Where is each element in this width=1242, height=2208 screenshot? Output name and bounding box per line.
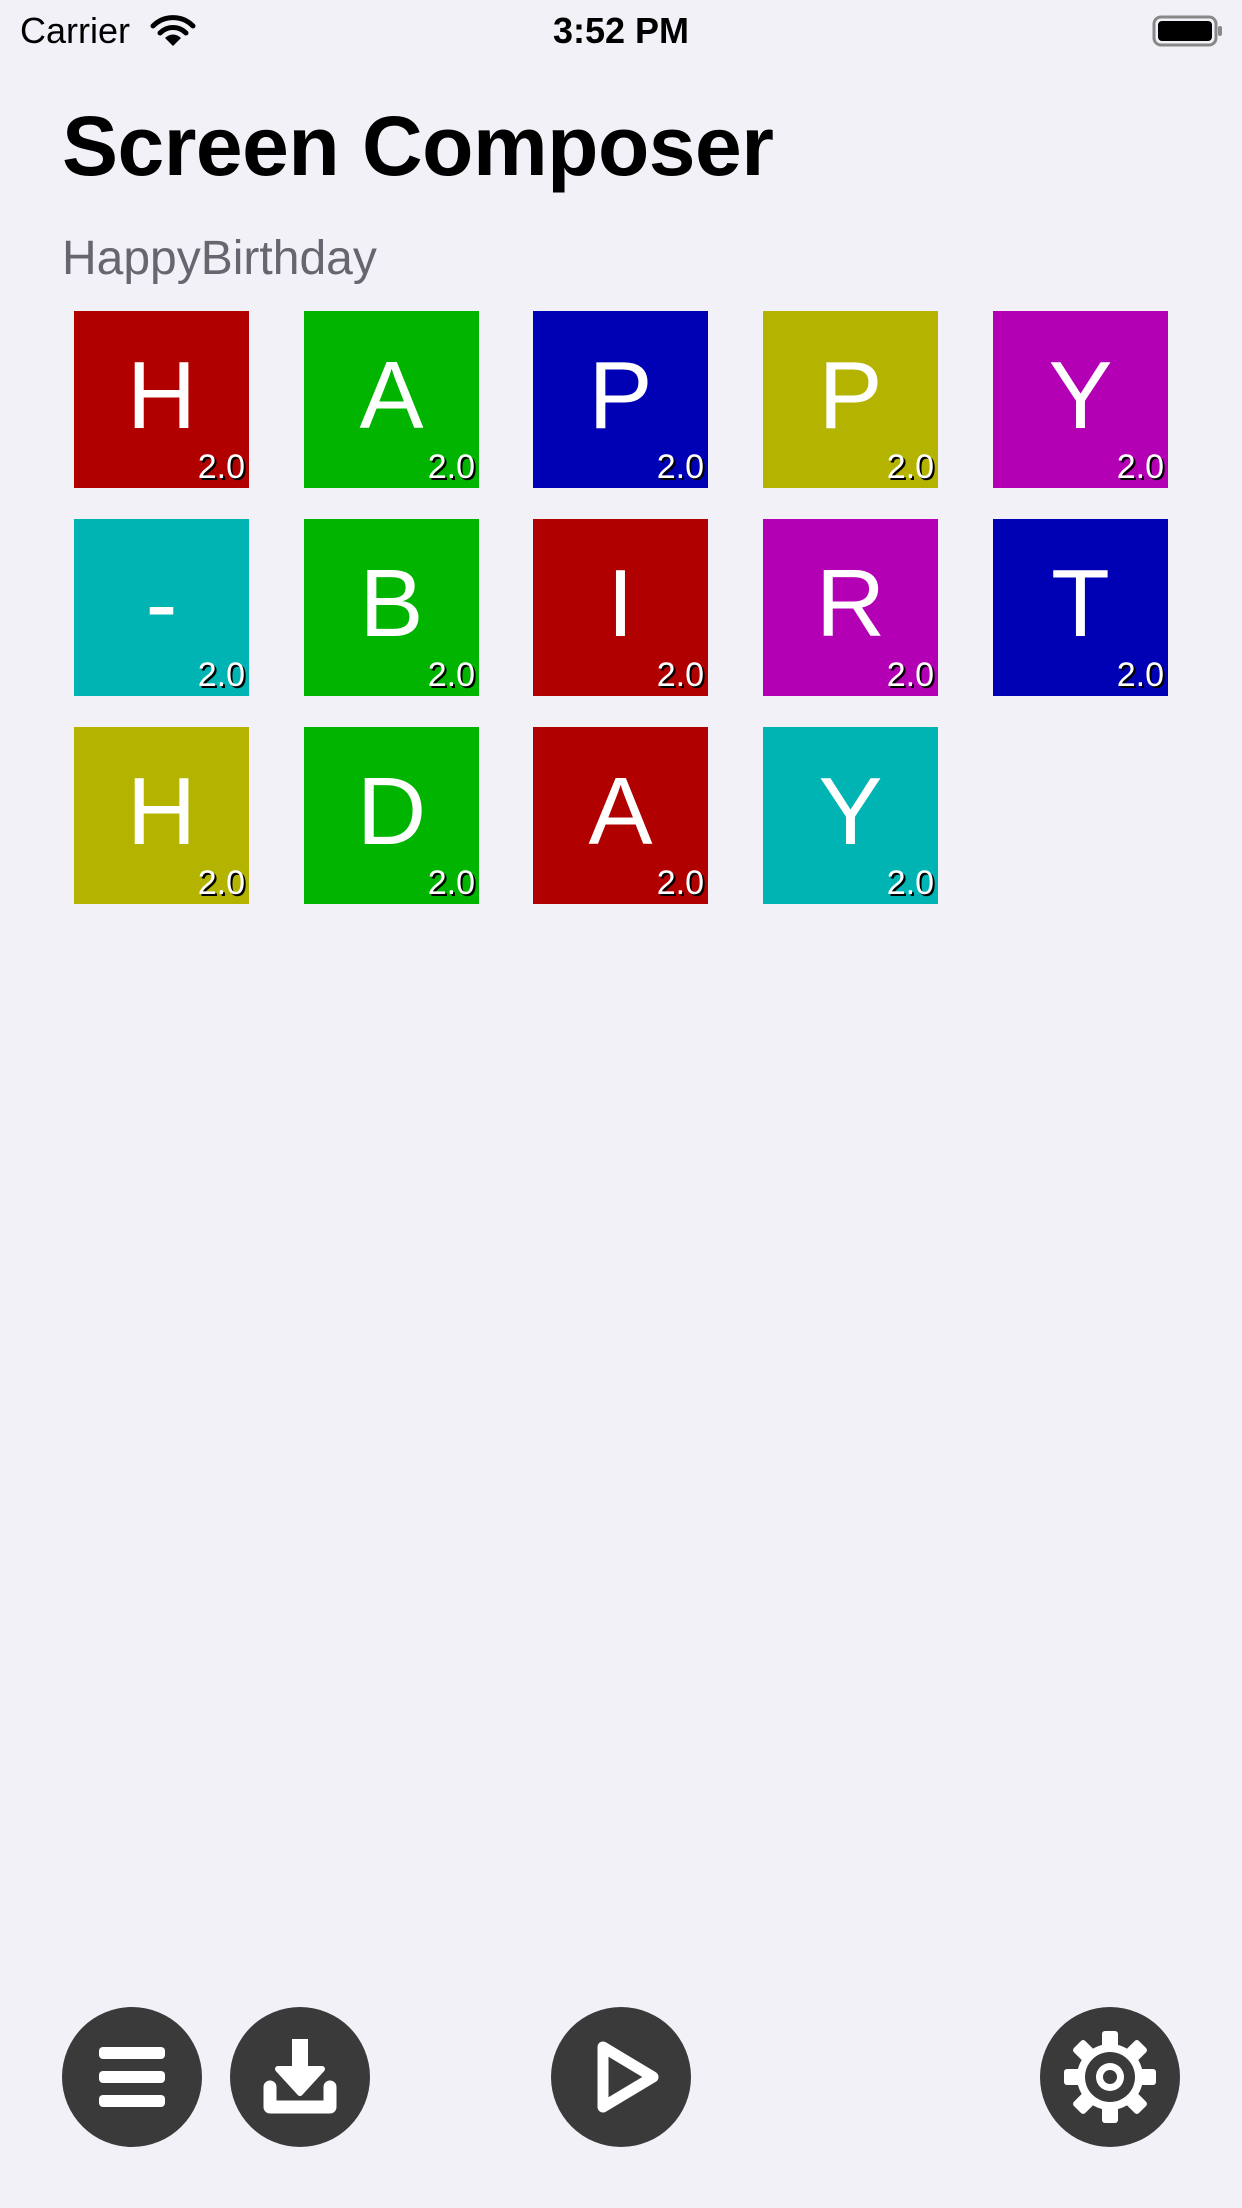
tile-letter: P: [588, 342, 653, 449]
letter-tile[interactable]: A 2.0: [533, 727, 708, 904]
battery-icon: [1152, 15, 1222, 47]
letter-tile[interactable]: - 2.0: [74, 519, 249, 696]
tile-value: 2.0: [656, 864, 704, 902]
tile-letter: B: [359, 550, 424, 657]
tile-letter: I: [607, 550, 634, 657]
tile-value: 2.0: [886, 656, 934, 694]
tile-letter: Y: [1048, 342, 1113, 449]
status-bar: Carrier 3:52 PM: [0, 0, 1242, 62]
letter-tile[interactable]: T 2.0: [993, 519, 1168, 696]
tile-value: 2.0: [427, 656, 475, 694]
tile-value: 2.0: [656, 656, 704, 694]
tile-value: 2.0: [886, 864, 934, 902]
menu-button[interactable]: [62, 2007, 202, 2147]
tile-value: 2.0: [197, 656, 245, 694]
letter-tile[interactable]: A 2.0: [304, 311, 479, 488]
tile-value: 2.0: [1116, 656, 1164, 694]
tile-value: 2.0: [427, 864, 475, 902]
page-title: Screen Composer: [62, 99, 774, 193]
tile-value: 2.0: [656, 448, 704, 486]
tile-letter: R: [815, 550, 886, 657]
play-button[interactable]: [551, 2007, 691, 2147]
letter-tile[interactable]: R 2.0: [763, 519, 938, 696]
settings-button[interactable]: [1040, 2007, 1180, 2147]
tile-value: 2.0: [1116, 448, 1164, 486]
download-button[interactable]: [230, 2007, 370, 2147]
status-time: 3:52 PM: [552, 10, 690, 51]
download-icon: [263, 2039, 337, 2114]
letter-tile[interactable]: D 2.0: [304, 727, 479, 904]
letter-tile[interactable]: H 2.0: [74, 727, 249, 904]
letter-tile[interactable]: H 2.0: [74, 311, 249, 488]
play-icon: [597, 2041, 659, 2113]
letter-tile[interactable]: Y 2.0: [993, 311, 1168, 488]
letter-tile[interactable]: I 2.0: [533, 519, 708, 696]
gear-icon: [1064, 2031, 1156, 2123]
tile-letter: H: [126, 758, 197, 865]
tile-value: 2.0: [197, 448, 245, 486]
letter-tile[interactable]: P 2.0: [533, 311, 708, 488]
tile-letter: T: [1051, 550, 1110, 657]
composition-name: HappyBirthday: [62, 232, 377, 285]
tile-letter: -: [145, 550, 178, 657]
tile-value: 2.0: [886, 448, 934, 486]
hamburger-menu-icon: [99, 2047, 165, 2107]
tile-value: 2.0: [427, 448, 475, 486]
tile-letter: H: [126, 342, 197, 449]
tile-letter: A: [588, 758, 653, 865]
tile-value: 2.0: [197, 864, 245, 902]
tile-letter: D: [356, 758, 427, 865]
letter-tile[interactable]: B 2.0: [304, 519, 479, 696]
tile-letter: Y: [818, 758, 883, 865]
tile-letter: P: [818, 342, 883, 449]
letter-tile[interactable]: Y 2.0: [763, 727, 938, 904]
tile-letter: A: [359, 342, 424, 449]
letter-tile[interactable]: P 2.0: [763, 311, 938, 488]
